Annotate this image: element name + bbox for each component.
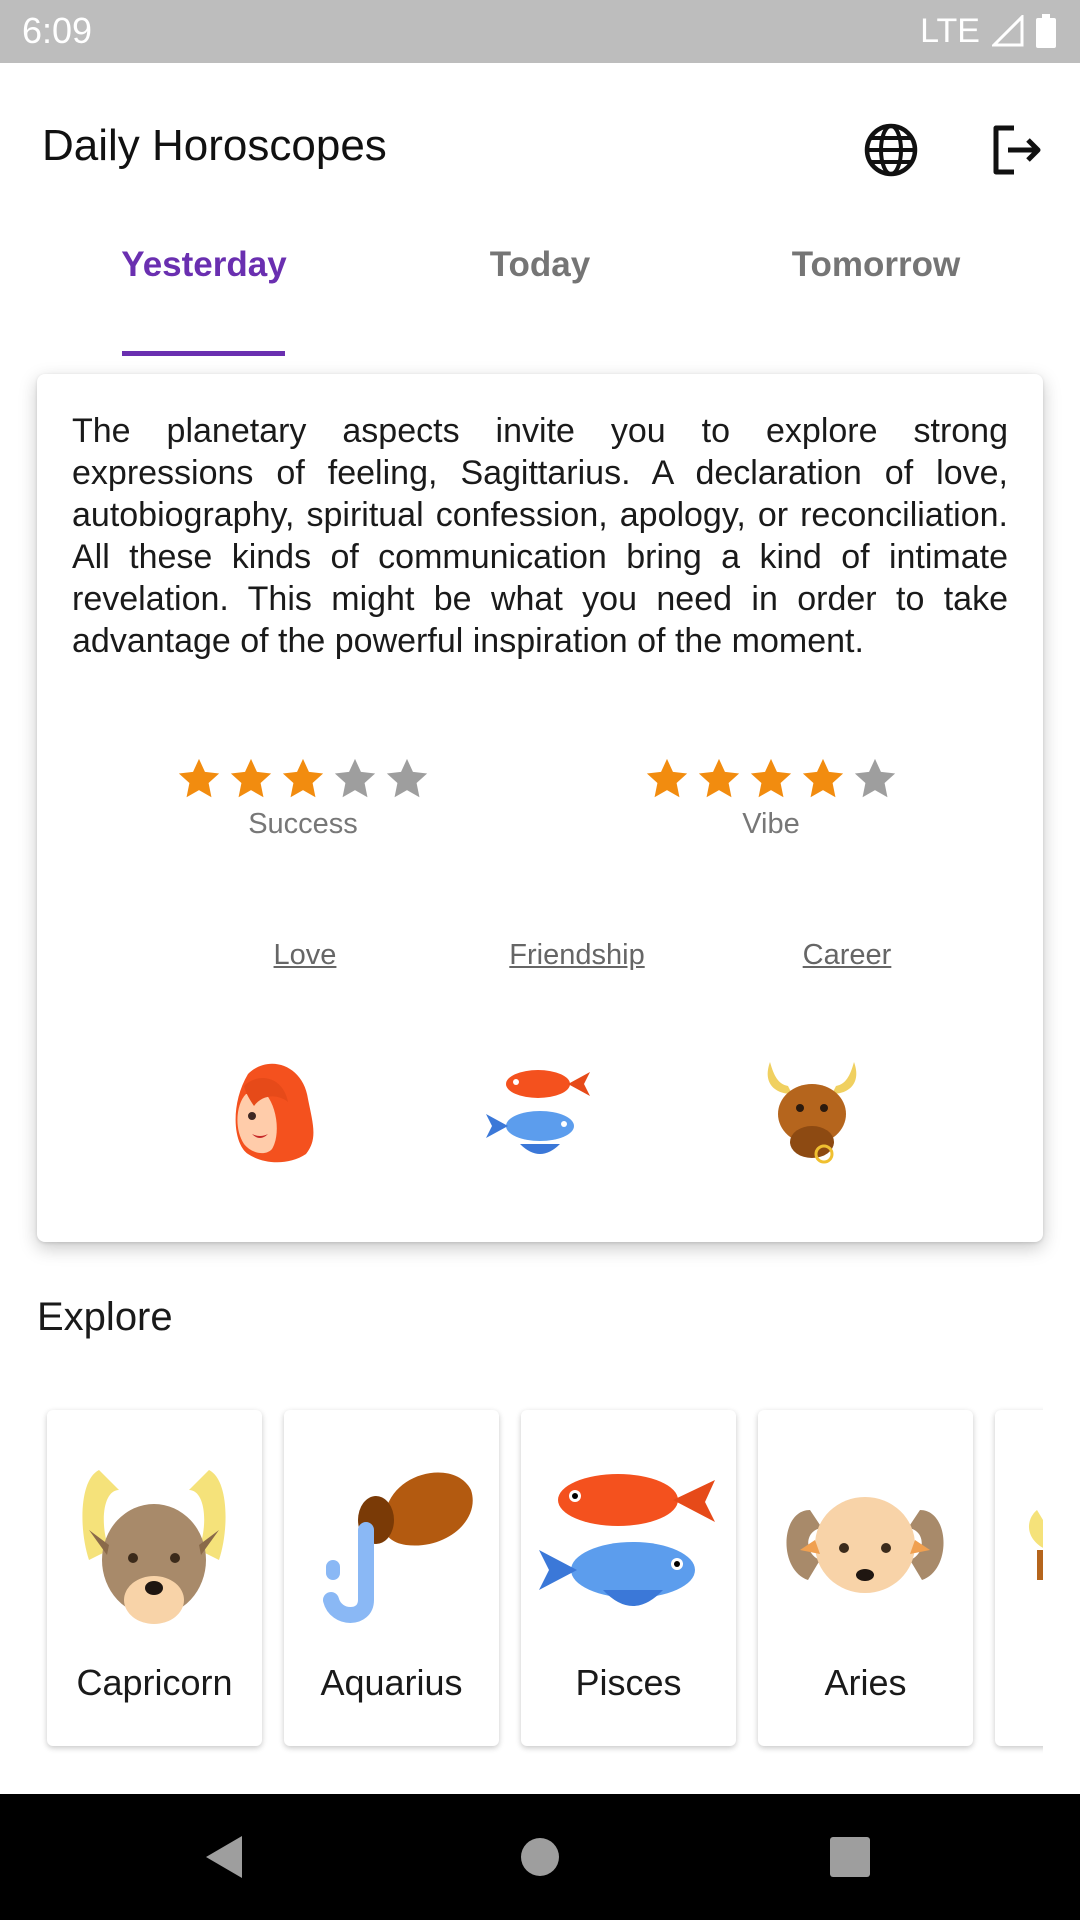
app-bar: Daily Horoscopes <box>0 63 1080 233</box>
language-button[interactable] <box>859 118 923 182</box>
sign-name-capricorn: Capricorn <box>76 1662 233 1703</box>
pisces-fish-icon <box>486 1070 590 1154</box>
signal-icon <box>992 15 1024 47</box>
sign-card-pisces[interactable]: Pisces <box>521 1410 736 1746</box>
status-bar: 6:09 LTE <box>0 0 1080 63</box>
star-empty-icon <box>334 758 376 798</box>
status-time: 6:09 <box>22 10 93 51</box>
vibe-label: Vibe <box>742 808 800 840</box>
career-link[interactable]: Career <box>717 939 977 972</box>
battery-icon <box>1036 14 1056 48</box>
network-type: LTE <box>920 11 980 50</box>
love-link[interactable]: Love <box>175 939 435 972</box>
horoscope-card: The planetary aspects invite you to expl… <box>37 374 1043 1242</box>
back-icon[interactable] <box>204 1834 244 1880</box>
sign-name-aries: Aries <box>824 1662 907 1703</box>
vibe-rating: Vibe <box>621 756 921 841</box>
tab-indicator <box>122 351 285 356</box>
navigation-bar <box>0 1794 1080 1920</box>
star-filled-icon <box>750 758 792 798</box>
star-filled-icon <box>646 758 688 798</box>
sign-card-partial[interactable] <box>995 1410 1043 1746</box>
day-tabs: Yesterday Today Tomorrow <box>0 215 1080 356</box>
vibe-stars <box>621 756 921 802</box>
recents-icon[interactable] <box>830 1837 870 1877</box>
star-filled-icon <box>802 758 844 798</box>
zodiac-carousel[interactable]: Capricorn Aquarius Pisces Aries <box>37 1402 1043 1757</box>
taurus-partial-icon <box>1029 1510 1043 1580</box>
star-filled-icon <box>282 758 324 798</box>
logout-icon <box>993 125 1041 175</box>
tab-today[interactable]: Today <box>372 245 708 285</box>
tab-tomorrow[interactable]: Tomorrow <box>708 245 1044 285</box>
logout-button[interactable] <box>984 118 1048 182</box>
sign-card-aries[interactable]: Aries <box>758 1410 973 1746</box>
woman-icon <box>235 1063 314 1163</box>
success-rating: Success <box>153 756 453 841</box>
sign-card-capricorn[interactable]: Capricorn <box>47 1410 262 1746</box>
aries-icon <box>786 1497 944 1593</box>
friendship-link[interactable]: Friendship <box>447 939 707 972</box>
aquarius-icon <box>323 1472 473 1623</box>
sign-name-aquarius: Aquarius <box>320 1662 463 1703</box>
horoscope-text: The planetary aspects invite you to expl… <box>72 412 1008 660</box>
bull-icon <box>767 1062 857 1164</box>
star-filled-icon <box>230 758 272 798</box>
star-empty-icon <box>854 758 896 798</box>
explore-title: Explore <box>37 1295 173 1339</box>
home-icon[interactable] <box>520 1837 560 1877</box>
capricorn-icon <box>82 1470 226 1624</box>
star-empty-icon <box>386 758 428 798</box>
star-filled-icon <box>178 758 220 798</box>
success-stars <box>153 756 453 802</box>
pisces-icon <box>539 1474 715 1606</box>
globe-icon <box>864 123 918 177</box>
success-label: Success <box>248 808 358 840</box>
sign-name-pisces: Pisces <box>575 1662 682 1703</box>
star-filled-icon <box>698 758 740 798</box>
app-title: Daily Horoscopes <box>42 121 387 170</box>
tab-yesterday[interactable]: Yesterday <box>36 245 372 285</box>
sign-card-aquarius[interactable]: Aquarius <box>284 1410 499 1746</box>
